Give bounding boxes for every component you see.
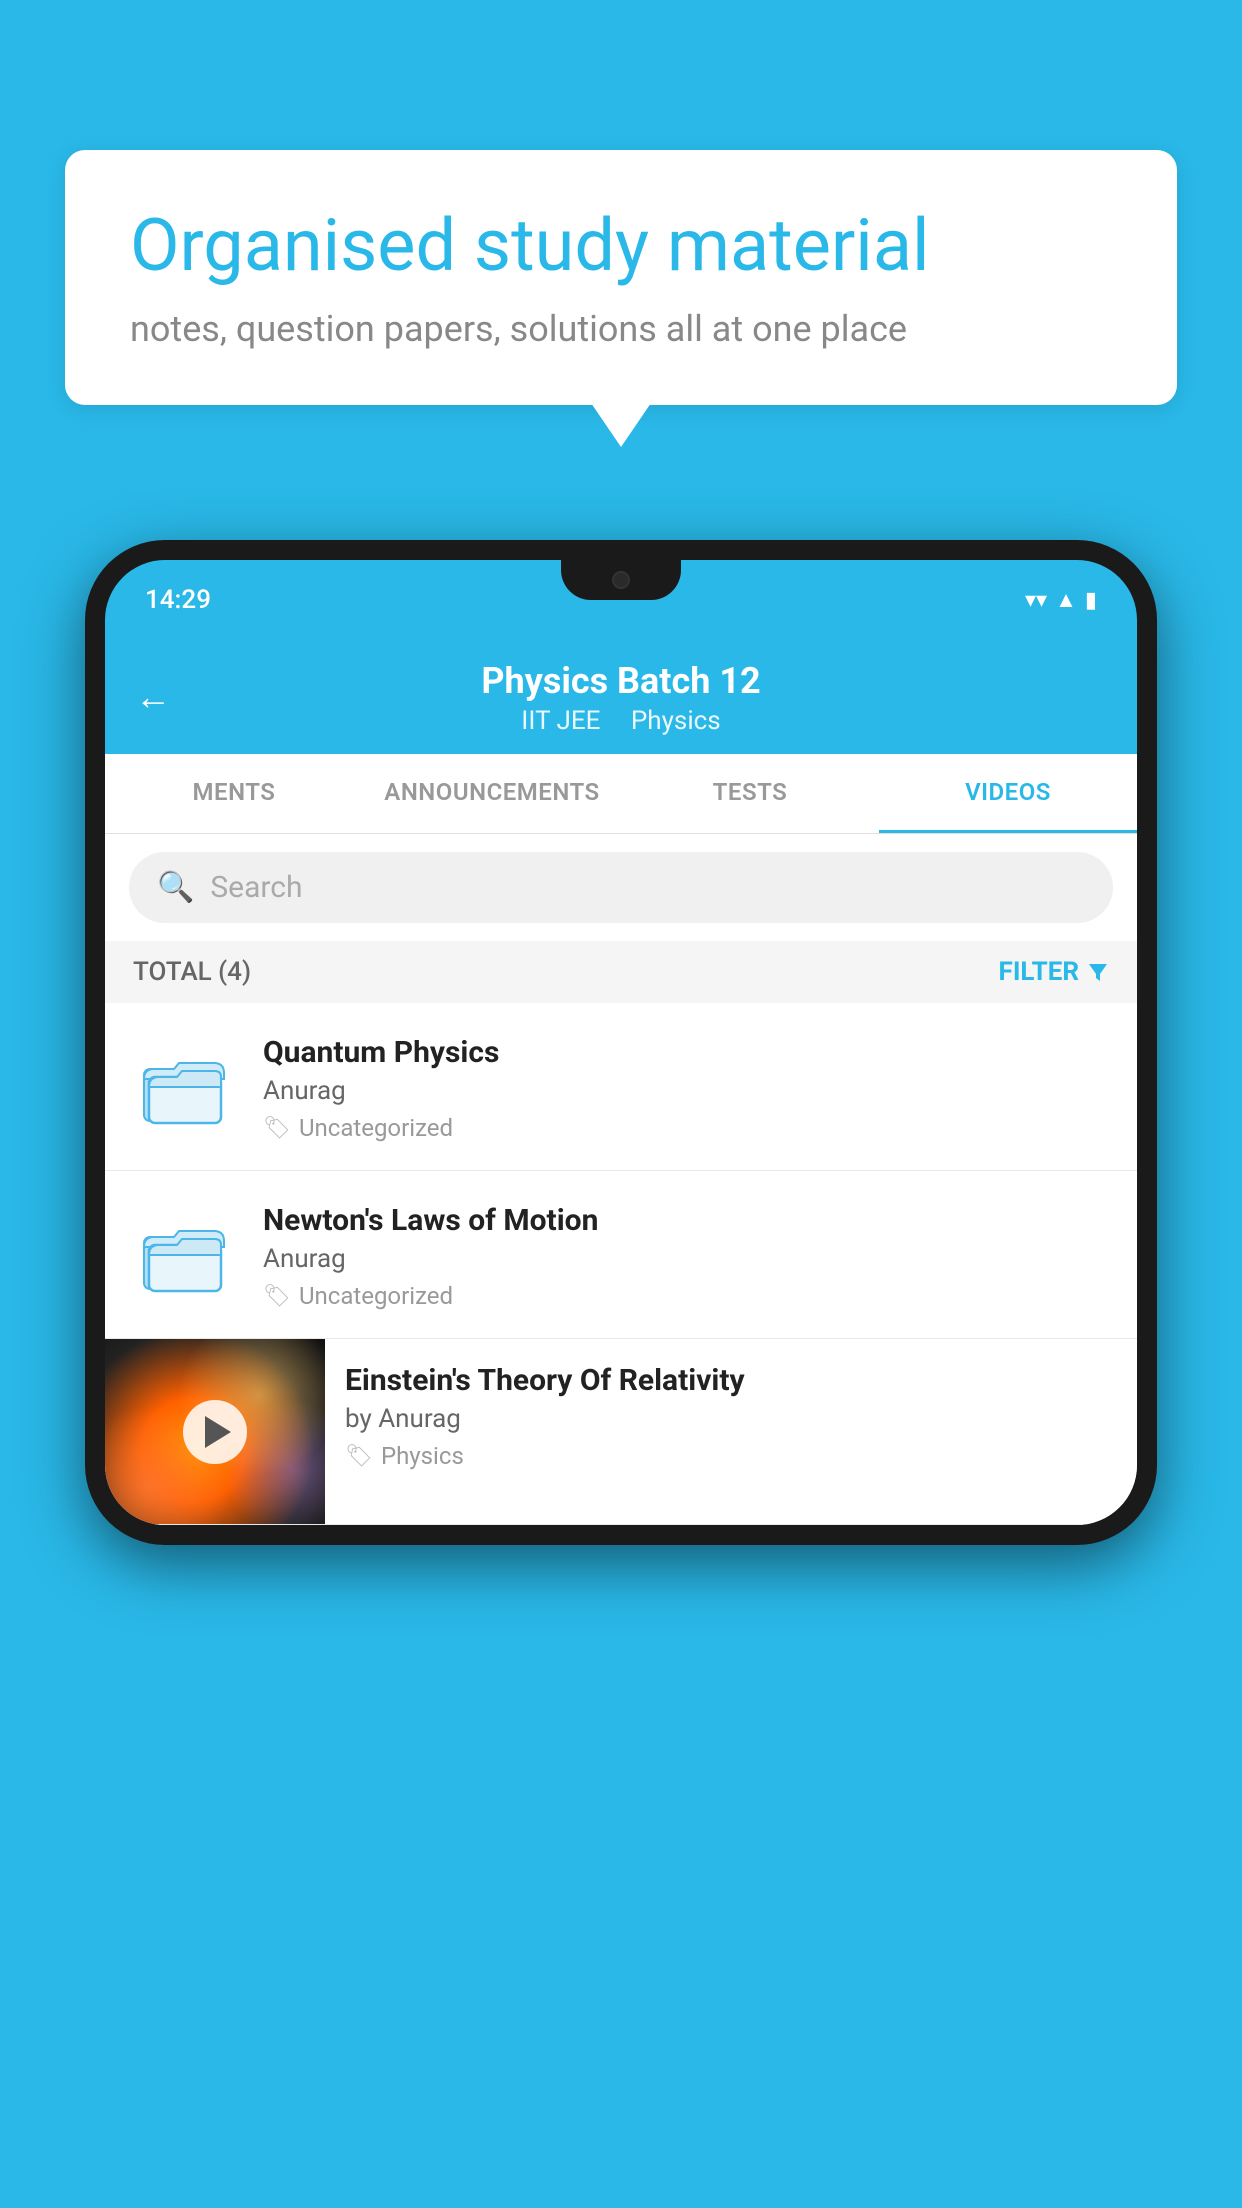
status-bar: 14:29 ▾▾ ▲ ▮ <box>105 560 1137 640</box>
battery-icon: ▮ <box>1085 588 1097 613</box>
tab-ments[interactable]: MENTS <box>105 754 363 833</box>
tab-videos[interactable]: VIDEOS <box>879 754 1137 833</box>
bubble-title: Organised study material <box>130 205 1112 288</box>
search-bar-container: 🔍 Search <box>105 834 1137 941</box>
tag-label: Physics <box>381 1442 464 1470</box>
back-button[interactable]: ← <box>135 676 171 718</box>
video-info: Quantum Physics Anurag 🏷 Uncategorized <box>263 1031 1113 1142</box>
filter-button[interactable]: FILTER <box>999 957 1109 987</box>
search-input[interactable]: Search <box>210 870 302 905</box>
phone-screen: ← Physics Batch 12 IIT JEE Physics MENTS… <box>105 640 1137 1525</box>
tag-icon: 🏷 <box>345 1444 373 1469</box>
video-folder-icon <box>129 1199 239 1309</box>
video-tag: 🏷 Uncategorized <box>263 1282 1113 1310</box>
folder-svg <box>139 1209 229 1299</box>
status-icons: ▾▾ ▲ ▮ <box>1025 587 1097 613</box>
list-item[interactable]: Newton's Laws of Motion Anurag 🏷 Uncateg… <box>105 1171 1137 1339</box>
tab-tests[interactable]: TESTS <box>621 754 879 833</box>
header-title: Physics Batch 12 <box>135 660 1107 702</box>
tag-icon: 🏷 <box>263 1284 291 1309</box>
header-subtitle: IIT JEE Physics <box>135 706 1107 736</box>
video-folder-icon <box>129 1031 239 1141</box>
video-info: Einstein's Theory Of Relativity by Anura… <box>325 1339 1137 1494</box>
signal-icon: ▲ <box>1055 587 1077 613</box>
total-count: TOTAL (4) <box>133 957 251 987</box>
tag-label: Uncategorized <box>299 1282 453 1310</box>
video-list: Quantum Physics Anurag 🏷 Uncategorized <box>105 1003 1137 1525</box>
search-bar[interactable]: 🔍 Search <box>129 852 1113 923</box>
header-course: IIT JEE <box>521 706 600 736</box>
tabs-bar: MENTS ANNOUNCEMENTS TESTS VIDEOS <box>105 754 1137 834</box>
video-author: Anurag <box>263 1244 1113 1274</box>
bubble-subtitle: notes, question papers, solutions all at… <box>130 308 1112 350</box>
app-header: ← Physics Batch 12 IIT JEE Physics <box>105 640 1137 754</box>
video-author: Anurag <box>263 1076 1113 1106</box>
video-title: Quantum Physics <box>263 1035 1113 1070</box>
video-info: Newton's Laws of Motion Anurag 🏷 Uncateg… <box>263 1199 1113 1310</box>
play-triangle-icon <box>205 1416 231 1448</box>
phone-wrapper: 14:29 ▾▾ ▲ ▮ ← Physics Batch 12 IIT JEE … <box>85 540 1157 2208</box>
wifi-icon: ▾▾ <box>1025 588 1047 613</box>
folder-svg <box>139 1041 229 1131</box>
notch <box>561 560 681 600</box>
phone-outer: 14:29 ▾▾ ▲ ▮ ← Physics Batch 12 IIT JEE … <box>85 540 1157 1545</box>
tag-label: Uncategorized <box>299 1114 453 1142</box>
list-item[interactable]: Quantum Physics Anurag 🏷 Uncategorized <box>105 1003 1137 1171</box>
filter-icon <box>1087 961 1109 983</box>
speech-bubble-container: Organised study material notes, question… <box>65 150 1177 405</box>
tag-icon: 🏷 <box>263 1116 291 1141</box>
video-thumbnail <box>105 1339 325 1524</box>
speech-bubble: Organised study material notes, question… <box>65 150 1177 405</box>
camera-dot <box>612 571 630 589</box>
tab-announcements[interactable]: ANNOUNCEMENTS <box>363 754 621 833</box>
status-time: 14:29 <box>145 585 211 615</box>
video-title: Einstein's Theory Of Relativity <box>345 1363 1117 1398</box>
video-author: by Anurag <box>345 1404 1117 1434</box>
play-button[interactable] <box>183 1400 247 1464</box>
video-tag: 🏷 Uncategorized <box>263 1114 1113 1142</box>
video-title: Newton's Laws of Motion <box>263 1203 1113 1238</box>
header-subject: Physics <box>631 706 721 736</box>
filter-label: FILTER <box>999 957 1079 987</box>
video-tag: 🏷 Physics <box>345 1442 1117 1470</box>
search-icon: 🔍 <box>157 870 194 905</box>
list-item[interactable]: Einstein's Theory Of Relativity by Anura… <box>105 1339 1137 1525</box>
filter-row: TOTAL (4) FILTER <box>105 941 1137 1003</box>
